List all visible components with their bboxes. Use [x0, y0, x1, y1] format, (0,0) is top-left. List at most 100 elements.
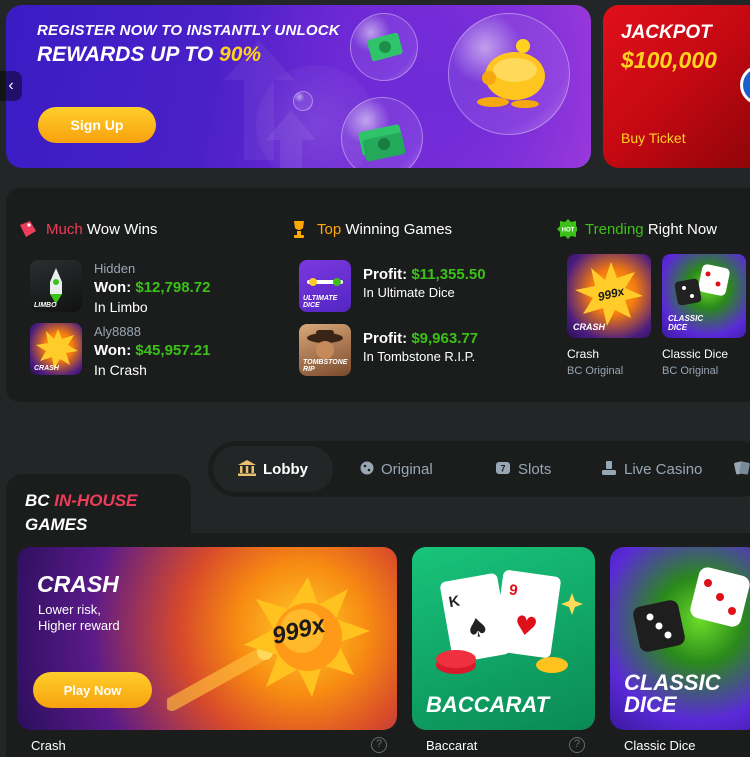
small-bubble-icon	[293, 91, 313, 111]
piggy-bank-bubble-icon	[448, 13, 570, 135]
tab-label: Original	[381, 460, 433, 478]
section-title-line2: GAMES	[25, 515, 88, 534]
classic-dice-art: CLASSIC DICE	[662, 254, 746, 338]
profit-line: Profit: $9,963.77	[363, 329, 478, 348]
art-label: CLASSIC DICE	[668, 314, 704, 332]
buy-ticket-link[interactable]: Buy Ticket	[621, 130, 686, 146]
jackpot-banner[interactable]: JACKPOT $100,000 Buy Ticket	[603, 5, 750, 168]
trophy-icon	[289, 219, 309, 239]
tab-slots[interactable]: 7 Slots	[495, 446, 551, 492]
list-item[interactable]: TOMBSTONE RIP Profit: $9,963.77 In Tombs…	[299, 324, 478, 376]
signup-button[interactable]: Sign Up	[38, 107, 156, 143]
casino-home: REGISTER NOW TO INSTANTLY UNLOCK REWARDS…	[0, 0, 750, 757]
section-title-accent: IN-HOUSE	[54, 491, 138, 510]
trending-card-crash[interactable]: 999x CRASH Crash BC Original	[567, 254, 651, 378]
win-game: In Crash	[94, 362, 147, 378]
crash-caption: Crash	[31, 738, 66, 753]
bc-original-icon	[360, 461, 374, 478]
trending-card-classic-dice[interactable]: CLASSIC DICE Classic Dice BC Original	[662, 254, 746, 378]
dealer-icon	[601, 460, 617, 479]
won-label: Won:	[94, 279, 136, 296]
profit-game: In Ultimate Dice	[363, 285, 455, 300]
win-text: Aly8888 Won: $45,957.21 In Crash	[94, 323, 210, 379]
category-tabs: Lobby Original 7 Slots Live Casino	[208, 441, 750, 497]
game-card-classic-dice[interactable]: CLASSIC DICE	[610, 547, 750, 730]
win-amount-line: Won: $12,798.72	[94, 278, 210, 298]
help-icon[interactable]: ?	[569, 737, 585, 753]
hot-badge-icon: HOT	[557, 219, 577, 239]
cash-icon	[367, 32, 403, 62]
trending-title: Right Now	[643, 220, 718, 238]
crash-art: 999x CRASH	[567, 254, 651, 338]
profit-label: Profit:	[363, 330, 412, 347]
banner-subheadline: REWARDS UP TO 90%	[37, 43, 261, 67]
trending-game-provider: BC Original	[567, 365, 624, 377]
tag-icon	[18, 219, 38, 239]
much-wow-wins-header: Much Wow Wins	[18, 219, 157, 239]
tab-label: Live Casino	[624, 460, 703, 478]
top-winning-games-header: Top Winning Games	[289, 219, 452, 239]
cards-icon	[733, 460, 750, 479]
top-accent: Top	[317, 220, 342, 238]
profit-amount: $9,963.77	[411, 330, 479, 347]
trending-accent: Trending	[585, 220, 644, 238]
crash-thumbnail: CRASH	[30, 323, 82, 375]
crash-card-description: Lower risk, Higher reward	[38, 602, 120, 634]
list-item[interactable]: LIMBO Hidden Won: $12,798.72 In Limbo	[30, 260, 210, 316]
trending-game-provider: BC Original	[662, 365, 719, 377]
win-game: In Limbo	[94, 299, 148, 315]
profit-game: In Tombstone R.I.P.	[363, 349, 476, 364]
won-label: Won:	[94, 342, 136, 359]
cash-stack-icon	[358, 124, 406, 162]
section-title-prefix: BC	[25, 491, 55, 510]
section-title: BC IN-HOUSE GAMES	[25, 489, 137, 537]
thumb-label: TOMBSTONE RIP	[303, 359, 348, 373]
much-wow-title: Wow Wins	[82, 220, 158, 238]
help-icon[interactable]: ?	[371, 737, 387, 753]
piggy-bank-icon	[477, 39, 545, 108]
tab-more[interactable]	[733, 446, 750, 492]
top-title: Winning Games	[341, 220, 453, 238]
thumb-label: ULTIMATE DICE	[303, 295, 338, 309]
svg-text:7: 7	[500, 463, 505, 473]
crash-desc-line2: Higher reward	[38, 618, 120, 633]
trending-game-name: Classic Dice	[662, 347, 729, 361]
crash-desc-line1: Lower risk,	[38, 602, 101, 617]
win-text: Hidden Won: $12,798.72 In Limbo	[94, 260, 210, 316]
won-amount: $12,798.72	[135, 279, 211, 296]
won-amount: $45,957.21	[135, 342, 211, 359]
banner-headline: REGISTER NOW TO INSTANTLY UNLOCK	[37, 22, 340, 39]
trending-game-name: Crash	[567, 347, 600, 361]
much-wow-accent: Much	[46, 220, 83, 238]
banner-percent: 90%	[219, 43, 262, 66]
tab-original[interactable]: Original	[360, 446, 433, 492]
bank-icon	[238, 459, 256, 479]
banner-prev-arrow[interactable]: ‹	[0, 71, 22, 101]
tab-label: Lobby	[263, 460, 308, 478]
game-card-baccarat[interactable]: K ♠ 9 ♥ BACCARAT	[412, 547, 595, 730]
win-username: Aly8888	[94, 324, 141, 339]
win-amount-line: Won: $45,957.21	[94, 341, 210, 361]
thumb-label: LIMBO	[34, 302, 57, 309]
arrow-decoration-icon	[266, 110, 316, 168]
art-label: CRASH	[573, 322, 606, 332]
crash-card-title: CRASH	[37, 571, 119, 597]
slots-icon: 7	[495, 461, 511, 478]
svg-text:♥: ♥	[512, 610, 539, 643]
profit-line: Profit: $11,355.50	[363, 265, 486, 284]
baccarat-art-title: BACCARAT	[426, 692, 550, 717]
promo-banner[interactable]: REGISTER NOW TO INSTANTLY UNLOCK REWARDS…	[6, 5, 591, 168]
baccarat-caption: Baccarat	[426, 738, 478, 753]
play-now-button[interactable]: Play Now	[33, 672, 152, 708]
jackpot-amount: $100,000	[621, 47, 717, 73]
tab-live-casino[interactable]: Live Casino	[601, 446, 702, 492]
banner-subheadline-text: REWARDS UP TO	[37, 43, 220, 66]
limbo-thumbnail: LIMBO	[30, 260, 82, 312]
list-item[interactable]: CRASH Aly8888 Won: $45,957.21 In Crash	[30, 323, 210, 379]
win-text: Profit: $9,963.77 In Tombstone R.I.P.	[363, 324, 478, 376]
list-item[interactable]: ULTIMATE DICE Profit: $11,355.50 In Ulti…	[299, 260, 486, 312]
classic-dice-art-title: CLASSIC DICE	[624, 672, 721, 716]
tab-lobby[interactable]: Lobby	[213, 446, 333, 492]
game-card-crash[interactable]: 999x CRASH Lower risk, Higher reward Pla…	[17, 547, 397, 730]
ultimate-dice-thumbnail: ULTIMATE DICE	[299, 260, 351, 312]
